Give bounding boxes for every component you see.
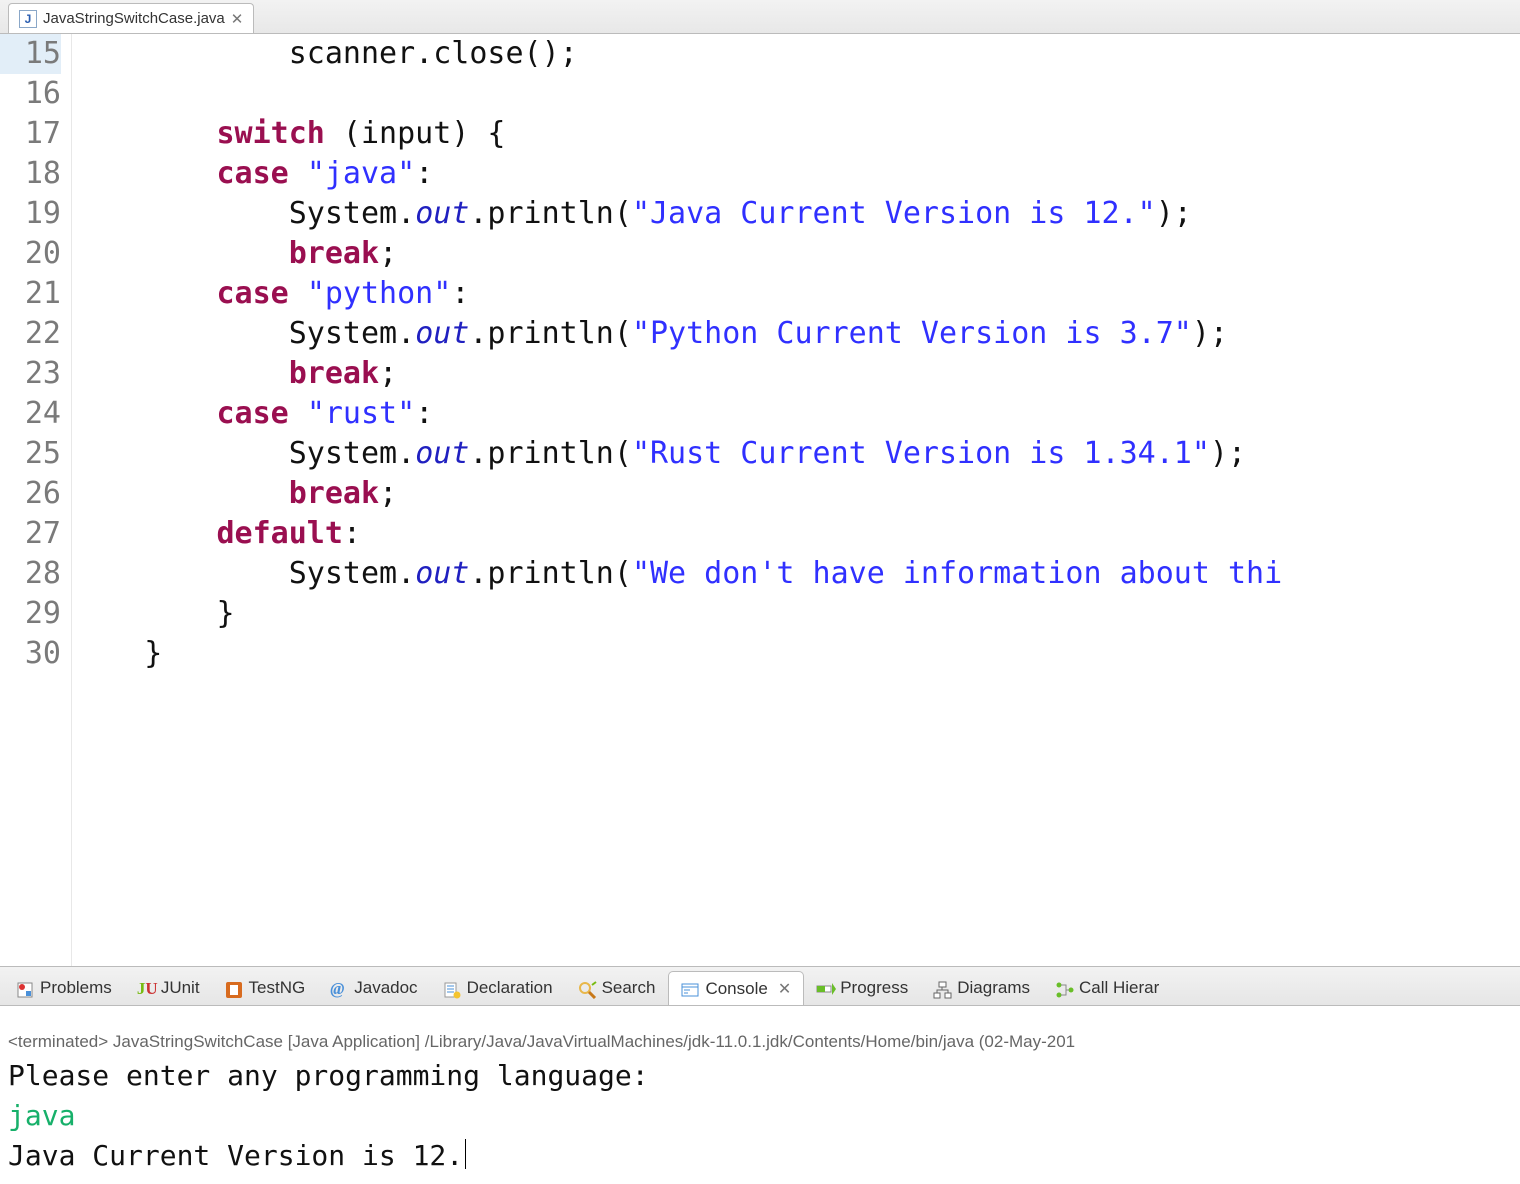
problems-icon xyxy=(16,979,34,997)
view-tab-label: Console xyxy=(705,979,767,999)
view-tab-diagrams[interactable]: Diagrams xyxy=(921,971,1043,1005)
line-number: 18 xyxy=(0,154,61,194)
line-number: 26 xyxy=(0,474,61,514)
console-line: Java Current Version is 12. xyxy=(8,1136,1512,1176)
code-line[interactable]: switch (input) { xyxy=(72,114,1520,154)
code-line[interactable]: break; xyxy=(72,354,1520,394)
view-tab-label: TestNG xyxy=(249,978,306,998)
junit-icon: JU xyxy=(137,979,155,997)
view-tab-label: Call Hierar xyxy=(1079,978,1159,998)
line-number: 28 xyxy=(0,554,61,594)
line-number: 16 xyxy=(0,74,61,114)
view-tab-label: JUnit xyxy=(161,978,200,998)
code-line[interactable]: } xyxy=(72,634,1520,674)
line-number: 24 xyxy=(0,394,61,434)
line-number: 21 xyxy=(0,274,61,314)
code-line[interactable]: case "python": xyxy=(72,274,1520,314)
views-tabbar: Problems JU JUnit TestNG @ Javadoc Declaration… xyxy=(0,966,1520,1006)
editor-tab-filename: JavaStringSwitchCase.java xyxy=(43,10,225,27)
view-tab-testng[interactable]: TestNG xyxy=(213,971,319,1005)
console-panel: <terminated> JavaStringSwitchCase [Java … xyxy=(0,1006,1520,1184)
view-tab-label: Problems xyxy=(40,978,112,998)
line-number: 23 xyxy=(0,354,61,394)
code-line[interactable]: } xyxy=(72,594,1520,634)
line-number: 27 xyxy=(0,514,61,554)
view-tab-label: Search xyxy=(602,978,656,998)
view-tab-console[interactable]: Console ✕ xyxy=(668,971,804,1005)
view-tab-label: Diagrams xyxy=(957,978,1030,998)
view-tab-junit[interactable]: JU JUnit xyxy=(125,971,213,1005)
code-area[interactable]: scanner.close(); switch (input) { case "… xyxy=(72,34,1520,966)
close-icon[interactable]: ✕ xyxy=(778,979,791,999)
code-line[interactable]: System.out.println("Python Current Versi… xyxy=(72,314,1520,354)
close-icon[interactable]: ✕ xyxy=(231,10,244,28)
declaration-icon xyxy=(443,979,461,997)
code-line[interactable]: break; xyxy=(72,234,1520,274)
call-hierarchy-icon xyxy=(1055,979,1073,997)
code-line[interactable]: case "java": xyxy=(72,154,1520,194)
line-number: 17 xyxy=(0,114,61,154)
line-number: 22 xyxy=(0,314,61,354)
code-line[interactable]: System.out.println("We don't have inform… xyxy=(72,554,1520,594)
view-tab-call-hierar[interactable]: Call Hierar xyxy=(1043,971,1172,1005)
view-tab-progress[interactable]: Progress xyxy=(804,971,921,1005)
code-editor[interactable]: 15161718192021222324252627282930 scanner… xyxy=(0,34,1520,966)
editor-tab[interactable]: J JavaStringSwitchCase.java ✕ xyxy=(8,3,254,33)
testng-icon xyxy=(225,979,243,997)
line-number: 20 xyxy=(0,234,61,274)
line-number: 29 xyxy=(0,594,61,634)
search-icon xyxy=(578,979,596,997)
progress-icon xyxy=(816,979,834,997)
code-line[interactable]: System.out.println("Java Current Version… xyxy=(72,194,1520,234)
line-number: 25 xyxy=(0,434,61,474)
diagrams-icon xyxy=(933,979,951,997)
view-tab-problems[interactable]: Problems xyxy=(4,971,125,1005)
view-tab-label: Progress xyxy=(840,978,908,998)
console-header: <terminated> JavaStringSwitchCase [Java … xyxy=(0,1006,1520,1056)
code-line[interactable]: System.out.println("Rust Current Version… xyxy=(72,434,1520,474)
console-icon xyxy=(681,980,699,998)
view-tab-javadoc[interactable]: @ Javadoc xyxy=(318,971,430,1005)
view-tab-search[interactable]: Search xyxy=(566,971,669,1005)
line-number: 15 xyxy=(0,34,61,74)
code-line[interactable]: break; xyxy=(72,474,1520,514)
code-line[interactable]: scanner.close(); xyxy=(72,34,1520,74)
code-line[interactable] xyxy=(72,74,1520,114)
line-number: 30 xyxy=(0,634,61,674)
view-tab-declaration[interactable]: Declaration xyxy=(431,971,566,1005)
view-tab-label: Declaration xyxy=(467,978,553,998)
code-line[interactable]: default: xyxy=(72,514,1520,554)
view-tab-label: Javadoc xyxy=(354,978,417,998)
javadoc-icon: @ xyxy=(330,979,348,997)
console-line: java xyxy=(8,1096,1512,1136)
editor-tabbar: J JavaStringSwitchCase.java ✕ xyxy=(0,0,1520,34)
line-number: 19 xyxy=(0,194,61,234)
line-number-gutter: 15161718192021222324252627282930 xyxy=(0,34,72,966)
console-output[interactable]: Please enter any programming language:ja… xyxy=(0,1056,1520,1184)
code-line[interactable]: case "rust": xyxy=(72,394,1520,434)
console-line: Please enter any programming language: xyxy=(8,1056,1512,1096)
java-file-icon: J xyxy=(19,10,37,28)
